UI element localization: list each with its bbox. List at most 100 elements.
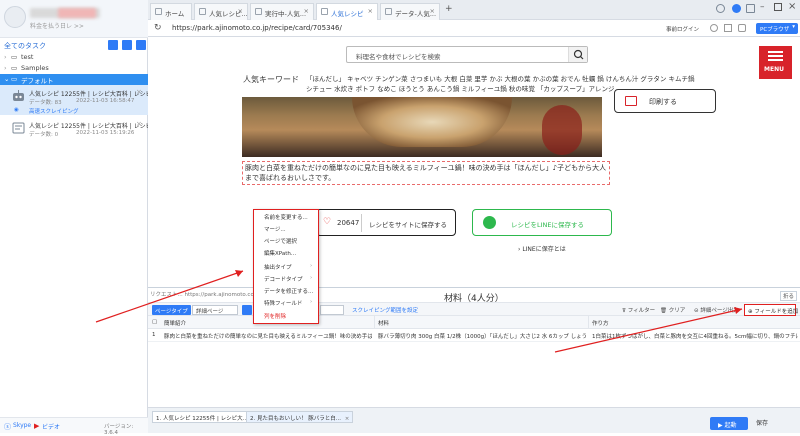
pc-browser-label: PCブラウザ [760,27,790,33]
close-icon[interactable]: × [304,7,309,15]
scraping-range-link[interactable]: スクレイピング範囲を設定 [352,306,418,314]
tree-item-default[interactable]: ⌄ ▭ デフォルト [0,74,148,85]
username-blurred-accent [58,8,96,18]
search-button[interactable] [568,47,587,62]
skype-link[interactable]: Skype [13,422,31,429]
page-icon [385,8,392,15]
cell-intro[interactable]: 豚肉と白菜を重ねただけの簡単なのに見た目も映えるミルフィーユ鍋！味の決め手は「ほ… [164,332,372,340]
close-icon[interactable]: × [136,120,142,128]
help-icon[interactable] [716,4,725,13]
refresh-icon[interactable]: ↻ [154,23,162,33]
browser-tab-bar: ホーム 人気レシピ... × 実行中-人気... × 人気レシピ × データ-人… [148,0,800,20]
menu-item-select-on-page[interactable]: ページで選択 [264,237,297,245]
likes-count: 20647 [337,219,360,227]
version-label: バージョン: 3.6.4 [104,424,134,436]
menu-item-special-field[interactable]: 特殊フィールド [264,299,302,307]
menu-item-fix-data[interactable]: データを修正する... [264,287,313,295]
task-count: データ数: 0 [29,132,59,138]
new-tab-button[interactable]: + [445,4,453,14]
import-icon[interactable] [122,40,132,50]
pre-login-link[interactable]: 事前ログイン [666,25,699,33]
collapse-button[interactable]: 折る [780,291,798,301]
column-header-intro[interactable]: 簡単紹介 [164,319,186,327]
tab-recipe-1[interactable]: 人気レシピ... × [194,3,248,20]
column-header-check[interactable]: ▢ [152,319,160,325]
save-to-line-button[interactable]: レシピをLINEに保存する [472,209,612,236]
menu-item-merge[interactable]: マージ... [264,225,286,233]
column-header-steps[interactable]: 作り方 [592,319,609,327]
save-button[interactable]: 保存 [756,418,768,427]
folder-add-icon[interactable] [136,40,146,50]
page-tab-1[interactable]: 1. 人気レシピ 12255件 | レシピ大... [152,411,252,423]
save-to-site-button[interactable]: ♡ 20647 レシピをサイトに保存する [316,209,456,236]
keywords-line-1[interactable]: 「ほんだし」 キャベツ チンゲン菜 さつまいも 大根 白菜 里芋 かぶ 大根の葉… [306,73,695,83]
line-save-help-label: LINEに保存とは [522,246,566,253]
menu-item-decode-type[interactable]: デコードタイプ [264,275,303,283]
column-header-materials[interactable]: 材料 [378,319,389,327]
home-icon [155,8,162,15]
table-row[interactable]: 1 豚肉と白菜を重ねただけの簡単なのに見た目も映えるミルフィーユ鍋！味の決め手は… [148,329,800,342]
tab-home[interactable]: ホーム [150,3,192,20]
keywords-line-2[interactable]: シチュー 水炊き ポトフ なめこ ほうとう あんこう鍋 ミルフィーユ鍋 秋の味覚… [306,83,615,93]
close-icon[interactable]: × [430,7,435,15]
tree-item-test[interactable]: › ▭ test [0,52,148,63]
cell-materials[interactable]: 豚バラ薄切り肉 300g 白菜 1/2株（1000g）「ほんだし」大さじ2 水 … [378,332,586,340]
video-link[interactable]: ビデオ [42,422,60,431]
page-type-button[interactable]: ページタイプ [152,305,191,315]
cookie-icon[interactable] [724,24,732,32]
menu-item-delete-column[interactable]: 列を削除 [264,312,286,320]
detail-output-button[interactable]: ⊝ 詳細ページ出力 [694,306,739,314]
menu-icon[interactable] [746,4,755,13]
save-site-label: レシピをサイトに保存する [369,221,447,229]
url-field[interactable]: https://park.ajinomoto.co.jp/recipe/card… [172,24,342,32]
tab-recipe-active[interactable]: 人気レシピ × [316,3,378,20]
task-title: 人気レシピ 12255件 | レシピ大百科 | レシピ・... [29,123,164,130]
recipe-description[interactable]: 豚肉と白菜を重ねただけの簡単なのに見た目も映えるミルフィーユ鍋！味の決め手は「ほ… [242,161,610,185]
window-close-icon[interactable]: × [788,1,796,12]
close-icon[interactable]: × [345,416,350,422]
print-button[interactable]: 印刷する [614,89,716,113]
all-tasks-title[interactable]: 全てのタスク [4,41,46,51]
maximize-icon[interactable] [774,3,782,11]
action-button[interactable] [242,305,252,315]
task-list-icon [12,122,25,134]
add-field-button[interactable]: ⊕ フィールドを追加 [744,304,798,316]
column-divider [588,316,589,329]
chevron-right-icon: › [310,263,313,269]
menu-label: MENU [764,66,784,73]
new-task-icon[interactable] [108,40,118,50]
user-icon[interactable] [710,24,718,32]
task-date: 2022-11-03 16:58:47 [76,98,135,104]
tab-running[interactable]: 実行中-人気... × [250,3,314,20]
menu-button[interactable]: MENU [759,46,792,79]
tree-item-samples[interactable]: › ▭ Samples [0,63,148,74]
settings-icon[interactable] [732,4,741,13]
task-card-1[interactable]: 人気レシピ 12255件 | レシピ大百科 | レシピ・... データ数: 83… [0,85,163,115]
cell-steps[interactable]: 1白菜は1枚ずつはがし、白菜と豚肉を交互に4回重ねる。5cm幅に切り、鍋のフチに… [592,332,798,340]
options-select[interactable] [320,305,344,315]
page-tab-label: 2. 見た目もおいしい！ 豚バラと白... [250,416,341,422]
user-plan-link[interactable]: 料金を払う日レ >> [30,21,84,30]
tree-item-label: test [21,53,34,61]
minimize-icon[interactable]: – [760,2,765,12]
tab-data[interactable]: データ-人気... × [380,3,440,20]
menu-item-rename[interactable]: 名前を変更する... [264,213,308,221]
clear-button[interactable]: 🗑 クリア [660,306,685,314]
close-icon[interactable]: × [238,7,243,15]
task-card-2[interactable]: 人気レシピ 12255件 | レシピ大百科 | レシピ・... データ数: 0 … [0,117,163,147]
menu-item-edit-xpath[interactable]: 編集XPath... [264,249,296,257]
close-icon[interactable]: × [368,7,373,15]
start-button[interactable]: ▶ 起動 [710,417,748,430]
page-tab-2[interactable]: 2. 見た目もおいしい！ 豚バラと白... × [246,411,354,423]
tab-label: ホーム [165,10,185,18]
close-icon[interactable]: × [136,88,142,96]
detail-page-select[interactable]: 詳細ページ [192,305,238,315]
filter-button[interactable]: ⊽ フィルター [622,306,655,314]
folder-icon: ▭ [11,53,18,61]
pc-browser-dropdown[interactable]: PCブラウザ ▾ [756,23,798,34]
row-number: 1 [152,332,156,338]
avatar[interactable] [4,6,26,28]
menu-item-extract-type[interactable]: 抽出タイプ [264,263,292,271]
line-save-help-link[interactable]: › LINEに保存とは [518,244,566,253]
screenshot-icon[interactable] [738,24,746,32]
